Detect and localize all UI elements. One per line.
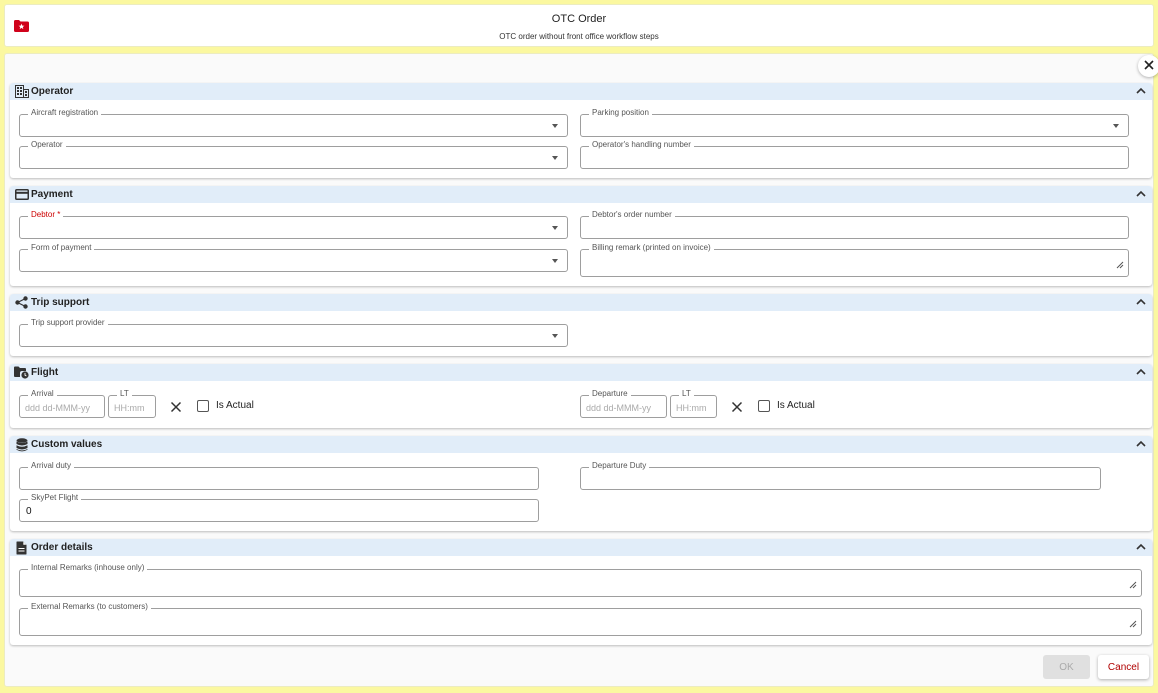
- field-label: Arrival duty: [28, 460, 75, 472]
- section-trip-support: Trip support Trip support provider: [10, 294, 1152, 356]
- departure-time-input[interactable]: LT HH:mm: [670, 388, 717, 418]
- section-header-custom-values[interactable]: Custom values: [10, 436, 1152, 453]
- dropdown-arrow-icon[interactable]: [1113, 124, 1119, 128]
- database-icon: [14, 437, 29, 452]
- departure-is-actual-checkbox[interactable]: [758, 400, 770, 412]
- section-payment: Payment Debtor * Debtor's order number F…: [10, 186, 1152, 286]
- section-header-payment[interactable]: Payment: [10, 186, 1152, 203]
- chevron-up-icon[interactable]: [1136, 188, 1146, 200]
- field-label: Operator: [28, 139, 66, 151]
- field-label: Departure Duty: [589, 460, 650, 472]
- field-placeholder: ddd dd-MMM-yy: [25, 403, 91, 413]
- section-header-order-details[interactable]: Order details: [10, 539, 1152, 556]
- field-label: Aircraft registration: [28, 107, 102, 119]
- chevron-up-icon[interactable]: [1136, 438, 1146, 450]
- field-label: Debtor's order number: [589, 209, 675, 221]
- dropdown-arrow-icon[interactable]: [552, 334, 558, 338]
- dropdown-arrow-icon[interactable]: [552, 259, 558, 263]
- resize-grip-icon[interactable]: [1129, 619, 1137, 631]
- field-label: LT: [117, 388, 132, 400]
- chevron-up-icon[interactable]: [1136, 296, 1146, 308]
- clear-arrival-icon[interactable]: [170, 401, 182, 413]
- share-icon: [14, 295, 29, 310]
- dialog-title: OTC Order: [551, 13, 607, 25]
- section-custom-values: Custom values Arrival duty Departure Dut…: [10, 436, 1152, 531]
- cancel-button[interactable]: Cancel: [1098, 655, 1149, 679]
- trip-support-provider-select[interactable]: Trip support provider: [19, 317, 568, 347]
- section-order-details: Order details Internal Remarks (inhouse …: [10, 539, 1152, 645]
- debtor-select[interactable]: Debtor *: [19, 209, 568, 239]
- arrival-time-input[interactable]: LT HH:mm: [108, 388, 156, 418]
- field-label: Arrival: [28, 388, 57, 400]
- section-title: Trip support: [31, 297, 90, 308]
- dropdown-arrow-icon[interactable]: [552, 226, 558, 230]
- section-title: Order details: [31, 542, 93, 553]
- ok-button[interactable]: OK: [1043, 655, 1090, 679]
- aircraft-registration-select[interactable]: Aircraft registration: [19, 107, 568, 137]
- arrival-is-actual-label: Is Actual: [216, 400, 254, 411]
- dialog-subtitle: OTC order without front office workflow …: [499, 32, 659, 41]
- form-of-payment-select[interactable]: Form of payment: [19, 242, 568, 272]
- parking-position-select[interactable]: Parking position: [580, 107, 1129, 137]
- section-header-trip-support[interactable]: Trip support: [10, 294, 1152, 311]
- chevron-up-icon[interactable]: [1136, 541, 1146, 553]
- field-placeholder: HH:mm: [676, 403, 707, 413]
- section-header-flight[interactable]: Flight: [10, 364, 1152, 381]
- section-header-operator[interactable]: Operator: [10, 83, 1152, 100]
- section-title: Flight: [31, 367, 59, 378]
- external-remarks-textarea[interactable]: External Remarks (to customers): [19, 601, 1142, 636]
- chevron-up-icon[interactable]: [1136, 85, 1146, 97]
- field-label: Trip support provider: [28, 317, 108, 329]
- dropdown-arrow-icon[interactable]: [552, 124, 558, 128]
- document-icon: [14, 540, 29, 555]
- field-value: 0: [26, 506, 32, 517]
- field-placeholder: ddd dd-MMM-yy: [586, 403, 652, 413]
- folder-clock-icon: [14, 365, 29, 380]
- arrival-is-actual-checkbox[interactable]: [197, 400, 209, 412]
- close-icon: [1144, 59, 1154, 73]
- departure-date-input[interactable]: Departure ddd dd-MMM-yy: [580, 388, 667, 418]
- departure-duty-input[interactable]: Departure Duty: [580, 460, 1101, 490]
- credit-card-icon: [14, 187, 29, 202]
- resize-grip-icon[interactable]: [1116, 260, 1124, 272]
- field-label: Internal Remarks (inhouse only): [28, 562, 148, 574]
- field-label: Operator's handling number: [589, 139, 694, 151]
- resize-grip-icon[interactable]: [1129, 580, 1137, 592]
- dropdown-arrow-icon[interactable]: [552, 156, 558, 160]
- section-flight: Flight Arrival ddd dd-MMM-yy LT HH:mm Is…: [10, 364, 1152, 428]
- skypet-flight-input[interactable]: SkyPet Flight 0: [19, 492, 539, 522]
- dialog-header: OTC Order OTC order without front office…: [4, 4, 1154, 47]
- section-operator: Operator Aircraft registration Parking p…: [10, 83, 1152, 178]
- handling-number-input[interactable]: Operator's handling number: [580, 139, 1129, 169]
- field-label: Departure: [589, 388, 631, 400]
- billing-remark-textarea[interactable]: Billing remark (printed on invoice): [580, 242, 1129, 277]
- departure-is-actual-label: Is Actual: [777, 400, 815, 411]
- section-title: Payment: [31, 189, 73, 200]
- field-label: Parking position: [589, 107, 652, 119]
- section-title: Operator: [31, 86, 74, 97]
- field-label: External Remarks (to customers): [28, 601, 151, 613]
- arrival-date-input[interactable]: Arrival ddd dd-MMM-yy: [19, 388, 105, 418]
- section-title: Custom values: [31, 439, 103, 450]
- field-label: SkyPet Flight: [28, 492, 82, 504]
- arrival-duty-input[interactable]: Arrival duty: [19, 460, 539, 490]
- operator-select[interactable]: Operator: [19, 139, 568, 169]
- internal-remarks-textarea[interactable]: Internal Remarks (inhouse only): [19, 562, 1142, 597]
- field-placeholder: HH:mm: [114, 403, 145, 413]
- field-label: LT: [679, 388, 694, 400]
- debtors-order-number-input[interactable]: Debtor's order number: [580, 209, 1129, 239]
- building-icon: [14, 84, 29, 99]
- close-button[interactable]: [1138, 55, 1158, 77]
- clear-departure-icon[interactable]: [731, 401, 743, 413]
- chevron-up-icon[interactable]: [1136, 366, 1146, 378]
- field-label: Billing remark (printed on invoice): [589, 242, 714, 254]
- field-label-required: Debtor *: [28, 209, 64, 221]
- field-label: Form of payment: [28, 242, 95, 254]
